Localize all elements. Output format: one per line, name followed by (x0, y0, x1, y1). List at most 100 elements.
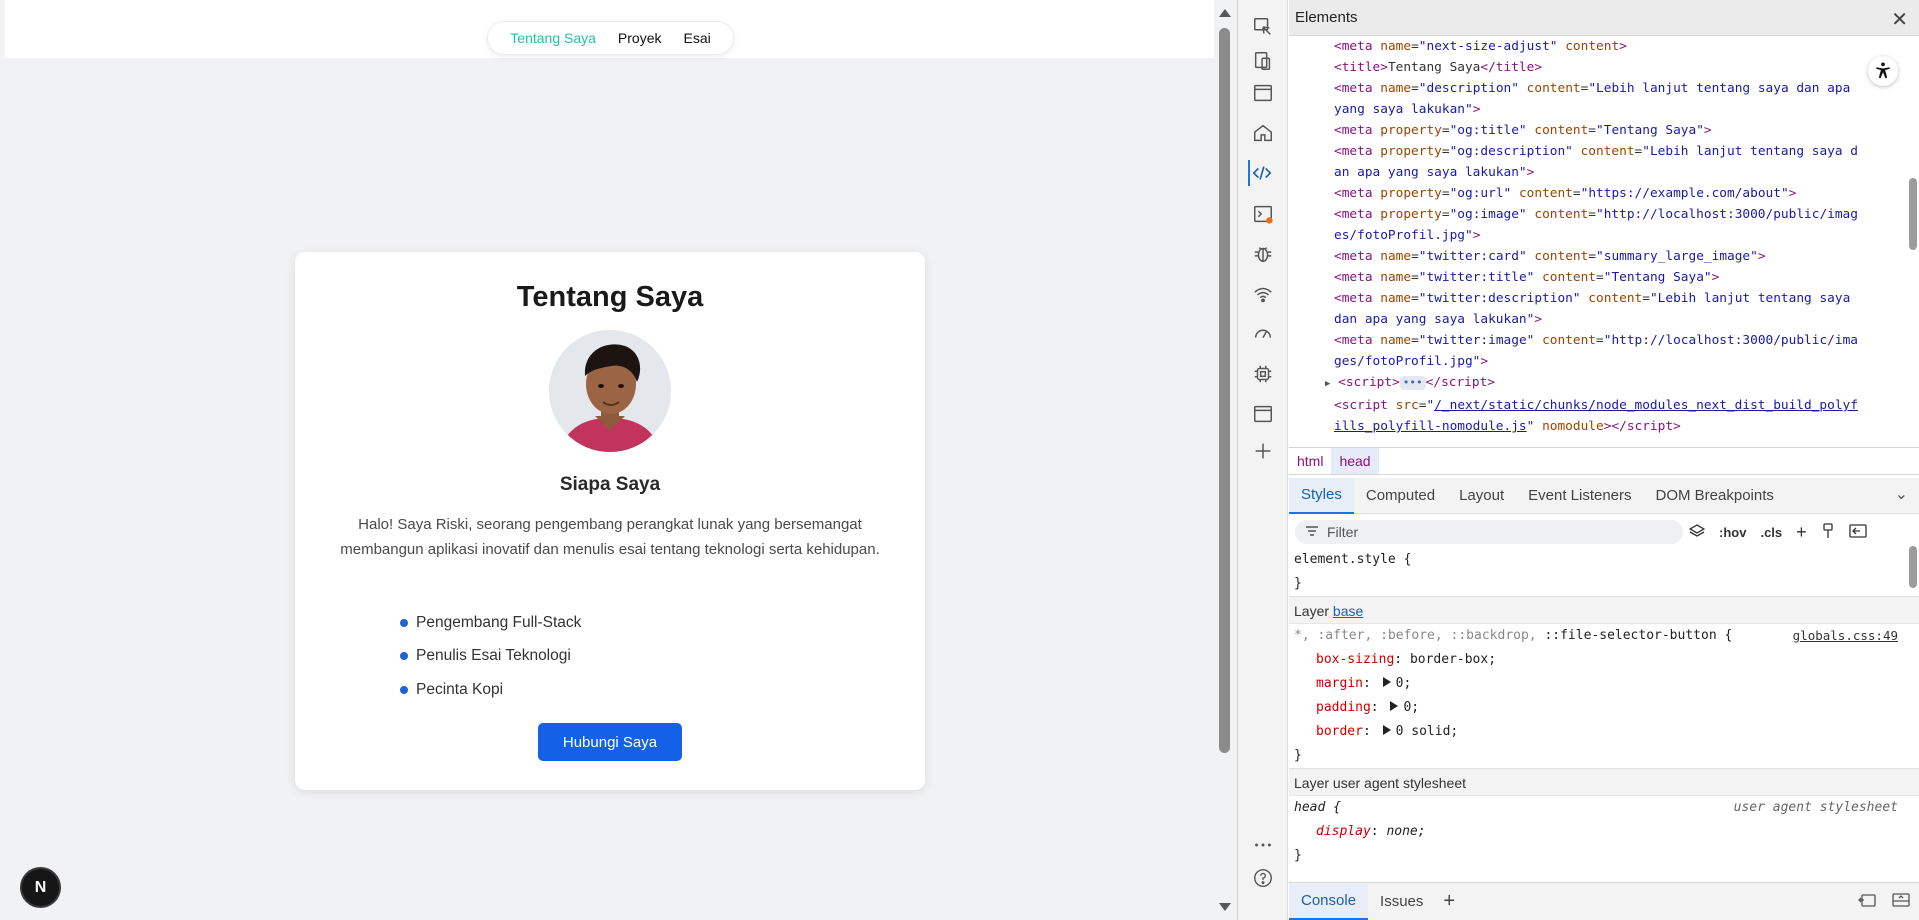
tab-console[interactable]: Console (1289, 883, 1369, 920)
tab-issues[interactable]: Issues (1368, 884, 1435, 920)
scroll-up-icon[interactable] (1219, 9, 1231, 17)
css-property[interactable]: box-sizing: border-box; (1294, 648, 1919, 672)
dom-node[interactable]: <meta property="og:description" content=… (1334, 141, 1919, 162)
tab-layout[interactable]: Layout (1447, 478, 1516, 514)
section-subtitle: Siapa Saya (559, 474, 661, 495)
css-property[interactable]: padding: 0; (1294, 696, 1919, 720)
memory-icon[interactable] (1250, 361, 1276, 387)
dom-node[interactable]: <meta name="twitter:title" content="Tent… (1334, 267, 1919, 288)
dom-node-wrap[interactable]: yang saya lakukan"> (1334, 99, 1919, 120)
dom-node[interactable]: <meta property="og:title" content="Tenta… (1334, 120, 1919, 141)
breadcrumb-head[interactable]: head (1331, 448, 1379, 474)
css-property[interactable]: margin: 0; (1294, 672, 1919, 696)
layers-icon[interactable] (1688, 523, 1706, 542)
dom-node-wrap[interactable]: ills_polyfill-nomodule.js" nomodule></sc… (1334, 416, 1919, 437)
application-icon[interactable] (1250, 401, 1276, 427)
layer-ua-header: Layer user agent stylesheet (1289, 768, 1919, 796)
devtools-header: Elements ✕ (1289, 0, 1919, 36)
nextjs-dev-badge[interactable]: N (22, 869, 59, 906)
nav-proyek[interactable]: Proyek (618, 30, 662, 46)
page-viewport: Tentang Saya Proyek Esai Tentang Saya Si… (0, 0, 1237, 920)
devtools-main: Elements ✕ <meta name="next-size-adjust"… (1289, 0, 1919, 920)
home-icon[interactable] (1250, 120, 1276, 146)
scrollbar-thumb[interactable] (1909, 546, 1917, 588)
bullet-icon (400, 652, 408, 661)
scrollbar-thumb[interactable] (1909, 178, 1917, 250)
accessibility-icon[interactable] (1868, 56, 1898, 86)
dom-node[interactable]: <meta property="og:url" content="https:/… (1334, 183, 1919, 204)
nav-tentang-saya[interactable]: Tentang Saya (510, 30, 596, 46)
dom-node[interactable]: <meta property="og:image" content="http:… (1334, 204, 1919, 225)
tab-dom-breakpoints[interactable]: DOM Breakpoints (1644, 478, 1786, 514)
tab-styles[interactable]: Styles (1289, 477, 1354, 514)
head-ua-rule[interactable]: head {user agent stylesheet display: non… (1289, 796, 1919, 868)
page-scrollbar[interactable] (1214, 0, 1236, 920)
css-property: display: none; (1316, 824, 1426, 839)
dock-icon[interactable] (1858, 892, 1876, 912)
expand-triangle-icon[interactable] (1382, 725, 1391, 735)
source-link[interactable]: globals.css:49 (1793, 624, 1898, 648)
css-property[interactable]: border: 0 solid; (1294, 720, 1919, 744)
bullet-icon (400, 685, 408, 694)
add-tab-plus-icon[interactable]: + (1435, 890, 1463, 913)
drawer-toggle-icon[interactable] (1892, 892, 1910, 912)
styles-tabbar: Styles Computed Layout Event Listeners D… (1289, 477, 1919, 514)
dom-scrollbar[interactable] (1908, 46, 1918, 436)
dom-node[interactable]: <script src="/_next/static/chunks/node_m… (1334, 395, 1919, 416)
network-icon[interactable] (1250, 281, 1276, 307)
screen: Tentang Saya Proyek Esai Tentang Saya Si… (0, 0, 1919, 920)
dom-node[interactable]: <meta name="description" content="Lebih … (1334, 78, 1919, 99)
window-icon[interactable] (1250, 80, 1276, 106)
elements-code-icon[interactable] (1248, 160, 1274, 186)
panel-title: Elements (1295, 9, 1358, 26)
dom-node[interactable]: <meta name="twitter:image" content="http… (1334, 330, 1919, 351)
cls-toggle[interactable]: .cls (1760, 525, 1782, 540)
bullet-icon (400, 618, 408, 627)
close-icon[interactable]: ✕ (1891, 7, 1908, 32)
device-toolbar-icon[interactable] (1250, 48, 1276, 74)
expand-triangle-icon[interactable] (1390, 701, 1399, 711)
paint-brush-icon[interactable] (1821, 523, 1835, 542)
dom-node-wrap[interactable]: dan apa yang saya lakukan"> (1334, 309, 1919, 330)
console-icon[interactable] (1250, 201, 1276, 227)
filter-row: Filter :hov .cls + (1289, 518, 1919, 546)
hov-toggle[interactable]: :hov (1719, 525, 1746, 540)
dom-node[interactable]: <meta name="twitter:description" content… (1334, 288, 1919, 309)
dom-node-wrap[interactable]: es/fotoProfil.jpg"> (1334, 225, 1919, 246)
inspect-icon[interactable] (1250, 14, 1276, 40)
breadcrumb: html head (1289, 447, 1919, 475)
styles-scrollbar[interactable] (1908, 526, 1918, 872)
dom-node-wrap[interactable]: an apa yang saya lakukan"> (1334, 162, 1919, 183)
dom-node[interactable]: <meta name="twitter:card" content="summa… (1334, 246, 1919, 267)
layer-base-link[interactable]: base (1333, 603, 1363, 619)
tab-computed[interactable]: Computed (1354, 478, 1447, 514)
expand-triangle-icon[interactable] (1382, 677, 1391, 687)
nav-pill: Tentang Saya Proyek Esai (487, 21, 734, 55)
tab-event-listeners[interactable]: Event Listeners (1516, 478, 1643, 514)
more-options-icon[interactable] (1250, 832, 1276, 858)
filter-icon (1305, 524, 1319, 540)
ellipsis-icon[interactable]: ••• (1399, 376, 1426, 390)
dom-node[interactable]: ▶ <script> ••• </script> (1325, 372, 1919, 395)
page-title: Tentang Saya (516, 281, 704, 313)
styles-filter-input[interactable]: Filter (1295, 520, 1683, 544)
help-icon[interactable] (1250, 865, 1276, 891)
chevron-down-icon[interactable]: ⌄ (1895, 484, 1908, 504)
breadcrumb-html[interactable]: html (1289, 448, 1331, 474)
dom-node[interactable]: <title>Tentang Saya</title> (1334, 57, 1919, 78)
element-style-rule[interactable]: element.style { } (1289, 548, 1919, 596)
more-tools-plus-icon[interactable] (1250, 438, 1276, 464)
scrollbar-thumb[interactable] (1219, 28, 1230, 753)
nav-esai[interactable]: Esai (683, 30, 710, 46)
list-item: Penulis Esai Teknologi (400, 640, 581, 674)
performance-icon[interactable] (1250, 320, 1276, 346)
contact-button[interactable]: Hubungi Saya (538, 723, 682, 761)
bug-icon[interactable] (1250, 241, 1276, 267)
universal-rule[interactable]: *, :after, :before, ::backdrop, ::file-s… (1289, 624, 1919, 768)
sidebar-toggle-icon[interactable] (1849, 524, 1867, 541)
dom-node-wrap[interactable]: ges/fotoProfil.jpg"> (1334, 351, 1919, 372)
new-rule-plus-icon[interactable]: + (1796, 522, 1807, 543)
scroll-down-icon[interactable] (1219, 903, 1231, 911)
dom-node[interactable]: <meta name="next-size-adjust" content> (1334, 36, 1919, 57)
dom-tree[interactable]: <meta name="next-size-adjust" content> <… (1289, 36, 1919, 442)
